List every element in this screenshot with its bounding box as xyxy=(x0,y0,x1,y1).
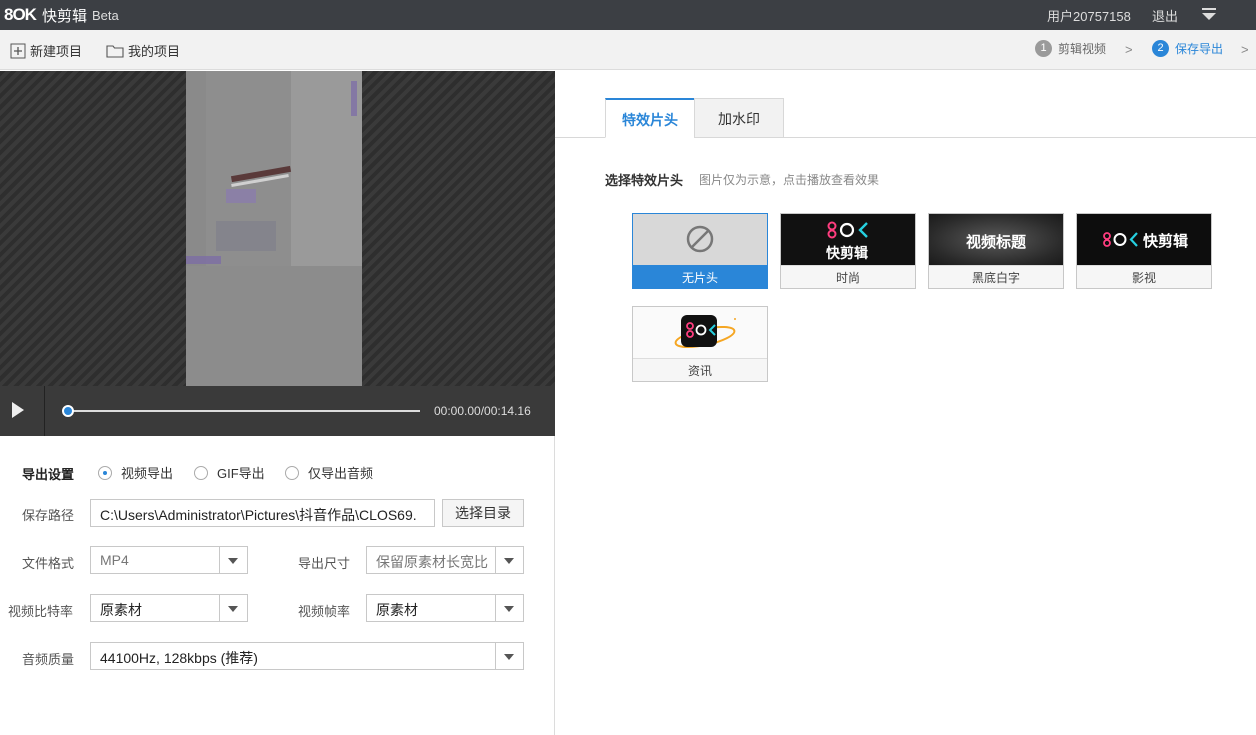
save-path-label: 保存路径 xyxy=(22,508,75,523)
intro-card-none[interactable]: 无片头 xyxy=(632,213,768,289)
new-project-label: 新建项目 xyxy=(30,44,83,59)
chevron-right-icon: > xyxy=(1125,42,1133,57)
tab-intro-effects[interactable]: 特效片头 xyxy=(605,98,695,138)
export-size-value: 保留原素材长宽比 xyxy=(376,554,488,570)
no-entry-icon xyxy=(686,225,714,253)
audio-quality-select[interactable]: 44100Hz, 128kbps (推荐) xyxy=(90,642,524,670)
time-display: 00:00.00/00:14.16 xyxy=(434,404,531,418)
title-bar: 8OK 快剪辑 Beta 用户20757158 退出 xyxy=(0,0,1256,30)
chevron-down-icon xyxy=(495,547,523,573)
player-controls: 00:00.00/00:14.16 xyxy=(0,386,555,436)
app-logo: 8OK 快剪辑 Beta xyxy=(4,4,119,26)
beta-label: Beta xyxy=(91,7,119,23)
file-format-select[interactable]: MP4 xyxy=(90,546,248,574)
step-label: 剪辑视频 xyxy=(1058,42,1107,56)
news-logo-icon xyxy=(674,315,736,349)
file-format-value: MP4 xyxy=(100,552,129,568)
logout-link[interactable]: 退出 xyxy=(1152,6,1178,25)
card-label: 影视 xyxy=(1077,265,1211,288)
export-size-select[interactable]: 保留原素材长宽比 xyxy=(366,546,524,574)
dropdown-menu-icon[interactable] xyxy=(1200,6,1218,24)
step-edit-video[interactable]: 1 剪辑视频 xyxy=(1035,40,1106,57)
new-project-button[interactable]: 新建项目 xyxy=(10,41,82,60)
step-number: 1 xyxy=(1035,40,1052,57)
intro-card-black-white[interactable]: 视频标题 黑底白字 xyxy=(928,213,1064,289)
radio-gif-export[interactable]: GIF导出 xyxy=(194,463,265,482)
toolbar: 新建项目 我的项目 1 剪辑视频 > 2 保存导出 > xyxy=(0,30,1256,70)
intro-card-news[interactable]: 资讯 xyxy=(632,306,768,382)
thumb-text: 快剪辑 xyxy=(826,245,868,261)
choose-directory-button[interactable]: 选择目录 xyxy=(442,499,524,527)
bitrate-select[interactable]: 原素材 xyxy=(90,594,248,622)
thumb-text: 视频标题 xyxy=(965,234,1026,251)
chevron-right-icon: > xyxy=(1241,42,1249,57)
tab-watermark[interactable]: 加水印 xyxy=(694,98,784,138)
thumb-text: 快剪辑 xyxy=(1143,233,1189,250)
progress-handle[interactable] xyxy=(62,405,74,417)
plus-square-icon xyxy=(10,43,26,58)
save-path-input[interactable]: C:\Users\Administrator\Pictures\抖音作品\CLO… xyxy=(90,499,435,527)
intro-card-fashion[interactable]: 快剪辑 时尚 xyxy=(780,213,916,289)
video-preview xyxy=(0,71,555,386)
fps-label: 视频帧率 xyxy=(298,604,351,619)
radio-label: 视频导出 xyxy=(121,466,174,481)
fps-value: 原素材 xyxy=(376,602,418,618)
chevron-down-icon xyxy=(219,547,247,573)
export-settings-panel: 导出设置 视频导出 GIF导出 仅导出音频 保存路径 C:\Users\Admi… xyxy=(0,436,555,735)
logo-mark: 8OK xyxy=(4,5,37,24)
my-projects-label: 我的项目 xyxy=(128,44,181,59)
app-name: 快剪辑 xyxy=(41,7,87,25)
folder-icon xyxy=(106,44,124,58)
file-format-label: 文件格式 xyxy=(22,556,75,571)
export-size-label: 导出尺寸 xyxy=(298,556,351,571)
chevron-down-icon xyxy=(495,643,523,669)
radio-video-export[interactable]: 视频导出 xyxy=(98,463,173,482)
card-label: 资讯 xyxy=(633,358,767,381)
step-number: 2 xyxy=(1152,40,1169,57)
radio-dot xyxy=(98,465,112,480)
radio-audio-export[interactable]: 仅导出音频 xyxy=(285,463,373,482)
radio-label: 仅导出音频 xyxy=(308,466,374,481)
video-frame xyxy=(186,71,362,386)
audio-quality-value: 44100Hz, 128kbps (推荐) xyxy=(100,650,258,666)
card-label: 时尚 xyxy=(781,265,915,288)
chevron-down-icon xyxy=(219,595,247,621)
my-projects-button[interactable]: 我的项目 xyxy=(106,41,180,60)
intro-card-film[interactable]: 快剪辑 影视 xyxy=(1076,213,1212,289)
user-name[interactable]: 用户20757158 xyxy=(1047,6,1131,25)
fps-select[interactable]: 原素材 xyxy=(366,594,524,622)
audio-quality-label: 音频质量 xyxy=(22,652,75,667)
radio-dot xyxy=(194,465,208,480)
card-label: 黑底白字 xyxy=(929,265,1063,288)
export-settings-title: 导出设置 xyxy=(22,467,75,482)
section-title: 选择特效片头 xyxy=(605,173,684,188)
step-label: 保存导出 xyxy=(1175,42,1224,56)
radio-dot xyxy=(285,465,299,480)
card-label: 无片头 xyxy=(633,265,767,288)
bitrate-label: 视频比特率 xyxy=(8,604,74,619)
step-save-export[interactable]: 2 保存导出 xyxy=(1152,40,1223,57)
section-hint: 图片仅为示意，点击播放查看效果 xyxy=(699,173,880,187)
bitrate-value: 原素材 xyxy=(100,602,142,618)
play-icon[interactable] xyxy=(12,402,24,418)
progress-track[interactable] xyxy=(64,410,420,412)
chevron-down-icon xyxy=(495,595,523,621)
radio-label: GIF导出 xyxy=(217,466,265,481)
